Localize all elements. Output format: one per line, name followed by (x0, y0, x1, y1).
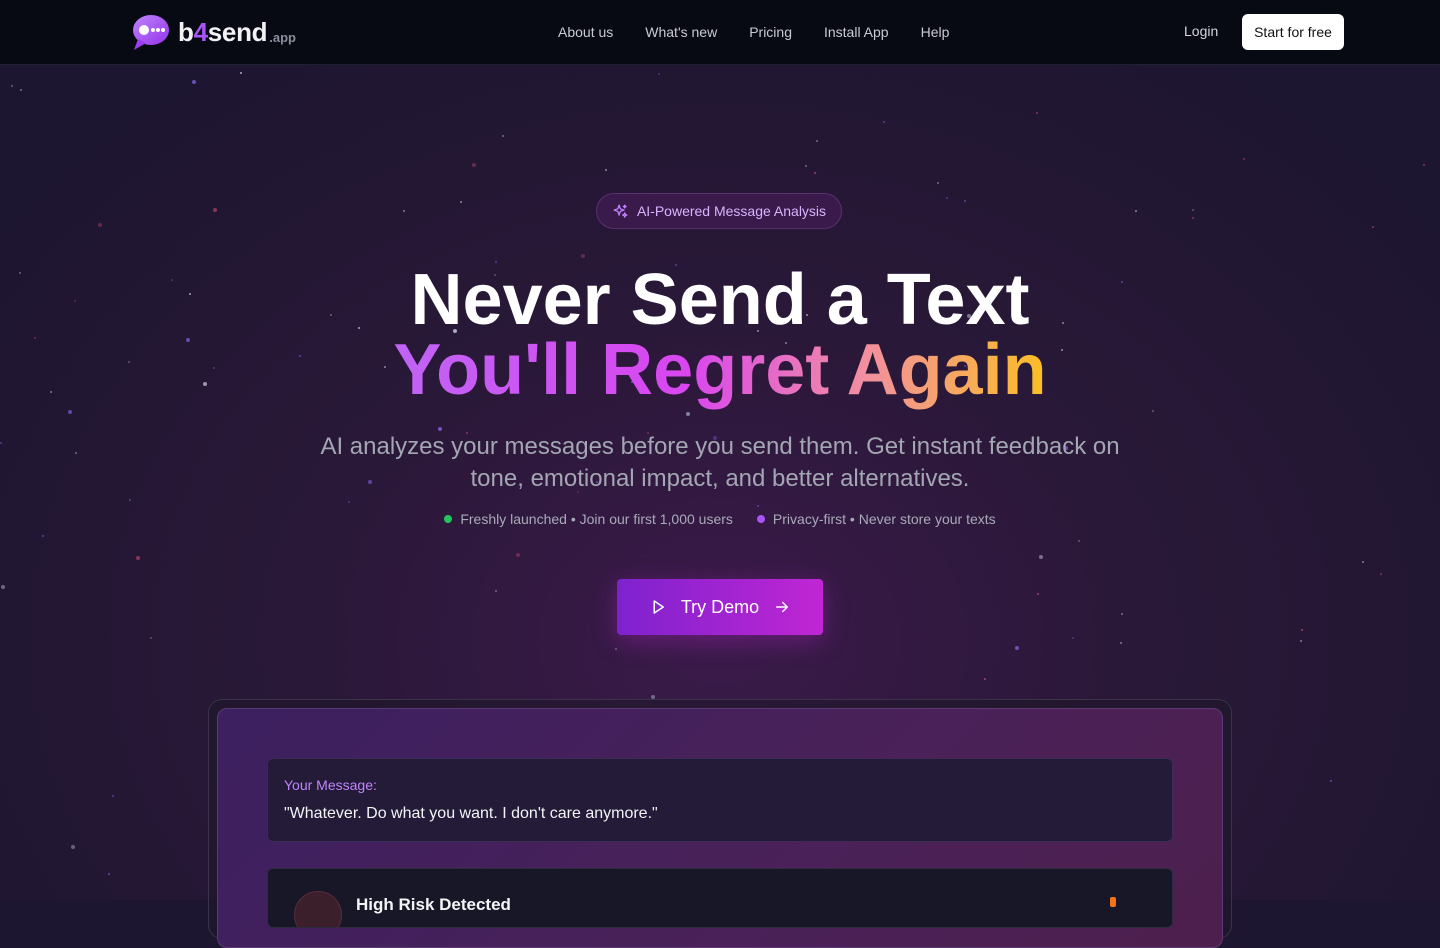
message-label: Your Message: (284, 777, 377, 793)
star-dot (1037, 593, 1039, 595)
star-dot (1, 585, 5, 589)
fact-launch-text: Freshly launched • Join our first 1,000 … (460, 511, 733, 527)
star-dot (1300, 640, 1302, 642)
sparkles-icon (613, 203, 628, 218)
hero-title-line2: You'll Regret Again (0, 334, 1440, 406)
fact-launch: Freshly launched • Join our first 1,000 … (444, 511, 733, 527)
star-dot (403, 210, 405, 212)
fact-privacy: Privacy-first • Never store your texts (756, 511, 996, 527)
hero-title-line1: Never Send a Text (410, 260, 1030, 340)
star-dot (1135, 210, 1137, 212)
hero-subtitle: AI analyzes your messages before you sen… (320, 433, 1120, 492)
star-dot (1078, 540, 1080, 542)
nav-link-pricing[interactable]: Pricing (749, 24, 792, 40)
play-icon (653, 600, 664, 614)
brand-logo[interactable]: b4send .app (130, 12, 296, 52)
star-dot (658, 73, 660, 75)
risk-indicator-icon (1110, 897, 1116, 907)
brand-name: b4send (178, 16, 268, 47)
star-dot (1362, 561, 1364, 563)
star-dot (757, 505, 759, 507)
message-text: "Whatever. Do what you want. I don't car… (284, 805, 658, 822)
star-dot (615, 648, 617, 650)
badge-text: AI-Powered Message Analysis (636, 203, 827, 219)
star-dot (1072, 637, 1074, 639)
fact-privacy-text: Privacy-first • Never store your texts (772, 511, 996, 527)
star-dot (1330, 780, 1332, 782)
star-dot (816, 140, 818, 142)
star-dot (11, 85, 13, 87)
star-dot (68, 410, 72, 414)
nav-links: About us What's new Pricing Install App … (542, 0, 965, 64)
star-dot (98, 223, 102, 227)
star-dot (348, 501, 350, 503)
hero-facts: Freshly launched • Join our first 1,000 … (0, 511, 1440, 527)
star-dot (75, 452, 77, 454)
start-for-free-button[interactable]: Start for free (1242, 14, 1344, 50)
star-dot (1192, 209, 1194, 211)
star-dot (1423, 164, 1425, 166)
star-dot (937, 182, 939, 184)
star-dot (686, 412, 690, 416)
star-dot (1380, 573, 1382, 575)
star-dot (1243, 158, 1245, 160)
star-dot (1036, 112, 1038, 114)
star-dot (1120, 642, 1122, 644)
message-preview: Your Message: "Whatever. Do what you wan… (267, 758, 1173, 842)
login-link[interactable]: Login (1184, 23, 1218, 39)
star-dot (1372, 226, 1374, 228)
star-dot (460, 201, 462, 203)
arrow-right-icon (776, 601, 789, 613)
star-dot (0, 442, 2, 444)
star-dot (42, 535, 44, 537)
star-dot (502, 135, 504, 137)
nav-link-install-app[interactable]: Install App (824, 24, 889, 40)
star-dot (136, 556, 140, 560)
star-dot (240, 72, 242, 74)
star-dot (964, 200, 966, 202)
star-dot (605, 169, 607, 171)
brand-suffix: .app (269, 29, 296, 45)
try-demo-label: Try Demo (680, 596, 760, 617)
star-dot (814, 172, 816, 174)
star-dot (213, 208, 217, 212)
star-dot (71, 845, 75, 849)
purple-dot-icon (756, 515, 765, 523)
analysis-result: High Risk Detected (267, 868, 1173, 928)
star-dot (129, 499, 131, 501)
star-dot (20, 89, 22, 91)
star-dot (112, 795, 114, 797)
risk-title: High Risk Detected (356, 895, 511, 914)
star-dot (1152, 410, 1154, 412)
star-dot (1015, 646, 1019, 650)
ai-powered-badge: AI-Powered Message Analysis (596, 193, 842, 229)
star-dot (150, 637, 152, 639)
star-dot (108, 873, 110, 875)
star-dot (1121, 613, 1123, 615)
star-dot (1039, 555, 1043, 559)
star-dot (946, 197, 948, 199)
star-dot (805, 165, 807, 167)
star-dot (192, 80, 196, 84)
star-dot (495, 590, 497, 592)
try-demo-button[interactable]: Try Demo (617, 579, 823, 635)
star-dot (581, 254, 585, 258)
risk-alert-icon (294, 891, 342, 927)
nav-link-help[interactable]: Help (921, 24, 950, 40)
star-dot (984, 678, 986, 680)
nav-link-about-us[interactable]: About us (558, 24, 613, 40)
star-dot (1301, 629, 1303, 631)
green-dot-icon (444, 515, 453, 523)
star-dot (883, 121, 885, 123)
star-dot (472, 163, 476, 167)
star-dot (1192, 217, 1194, 219)
chat-bubble-logo-icon (133, 15, 169, 50)
nav-link-whats-new[interactable]: What's new (645, 24, 717, 40)
hero-title-gradient-text: You'll Regret Again (393, 330, 1047, 410)
top-navbar: b4send .app About us What's new Pricing … (0, 0, 1440, 65)
star-dot (516, 553, 520, 557)
